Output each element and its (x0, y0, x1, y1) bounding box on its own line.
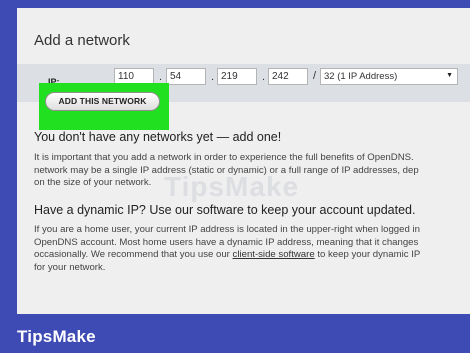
client-software-link[interactable]: client-side software (233, 249, 315, 260)
dynamic-ip-heading: Have a dynamic IP? Use our software to k… (34, 203, 416, 217)
frame-left (0, 0, 17, 353)
octet-separator: . (159, 71, 163, 83)
cidr-select-value: 32 (1 IP Address) (324, 71, 398, 82)
add-network-button[interactable]: ADD THIS NETWORK (45, 92, 160, 111)
chevron-down-icon: ▼ (446, 72, 453, 79)
text-segment: occasionally. We recommend that you use … (34, 249, 233, 260)
no-networks-heading: You don't have any networks yet — add on… (34, 130, 282, 144)
text-line: network may be a single IP address (stat… (34, 164, 419, 176)
frame-top (0, 0, 470, 8)
octet-3-input[interactable]: 219 (217, 68, 257, 85)
cidr-separator: / (313, 70, 317, 82)
octet-separator: . (262, 71, 266, 83)
text-line: It is important that you add a network i… (34, 152, 414, 163)
brand-logo: TipsMake (17, 327, 96, 346)
page-title: Add a network (34, 32, 130, 49)
dynamic-ip-text: If you are a home user, your current IP … (34, 224, 470, 274)
opendns-panel: Add a network IP: 110 . 54 . 219 . 242 /… (17, 8, 470, 314)
no-networks-text: It is important that you add a network i… (34, 152, 470, 190)
text-line: for your network. (34, 261, 106, 273)
octet-2-input[interactable]: 54 (166, 68, 206, 85)
cidr-select[interactable]: 32 (1 IP Address) ▼ (320, 68, 458, 85)
text-line: OpenDNS account. Most home users have a … (34, 236, 419, 248)
text-line: occasionally. We recommend that you use … (34, 249, 470, 262)
octet-separator: . (211, 71, 215, 83)
text-segment: to keep your dynamic IP (314, 249, 421, 260)
text-line: on the size of your network. (34, 177, 152, 188)
octet-4-input[interactable]: 242 (268, 68, 308, 85)
text-line: If you are a home user, your current IP … (34, 224, 420, 235)
